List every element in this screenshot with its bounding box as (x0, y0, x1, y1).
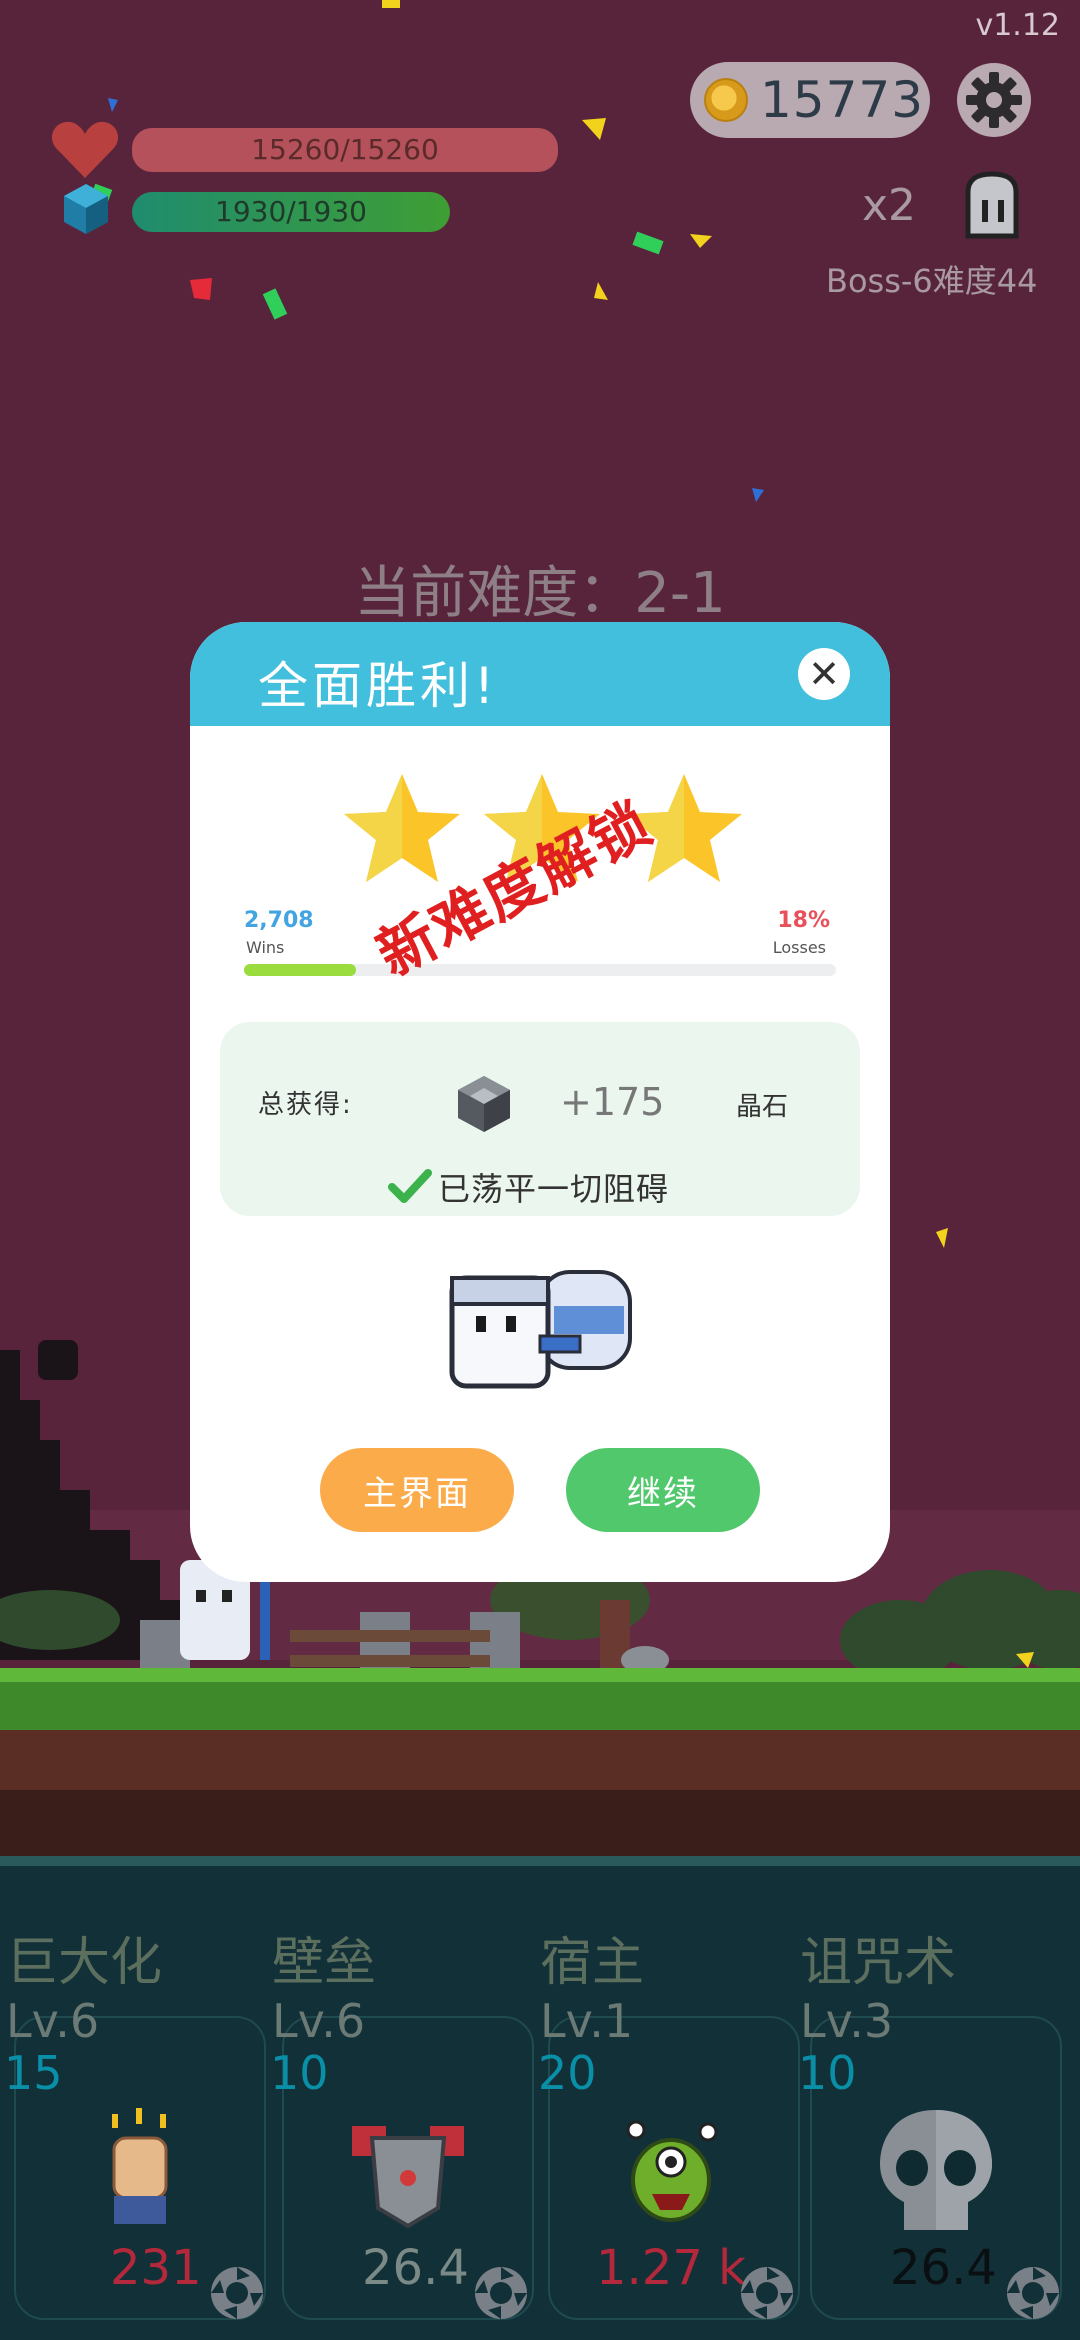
skill-name: 诅咒术 (800, 1933, 957, 1993)
clear-message-row: 已荡平一切阻碍 (388, 1164, 669, 1210)
monster-icon (626, 2120, 718, 2222)
gear-icon[interactable] (956, 62, 1032, 138)
speed-multiplier[interactable]: x2 (862, 180, 916, 231)
coin-amount: 15773 (760, 71, 925, 129)
skill-cost: 20 (538, 2046, 597, 2100)
skill-level: Lv.6 (6, 1994, 100, 2048)
cooldown-icon (211, 2267, 263, 2319)
confetti-low (1016, 1652, 1034, 1668)
armor-icon (352, 2126, 464, 2228)
skill-name: 壁垒 (272, 1933, 377, 1993)
skill-cost: 10 (798, 2046, 857, 2100)
skill-value: 26.4 (362, 2240, 469, 2296)
hp-bar: 15260/15260 (132, 128, 558, 172)
reward-item-name: 晶石 (736, 1092, 789, 1122)
close-icon: ✕ (808, 652, 840, 696)
cooldown-icon (741, 2267, 793, 2319)
skill-level: Lv.6 (272, 1994, 366, 2048)
skill-value: 231 (110, 2240, 202, 2296)
cooldown-icon (1007, 2267, 1059, 2319)
fist-icon (112, 2108, 168, 2224)
coin-counter: 15773 (690, 62, 930, 138)
win-progress-fill (244, 964, 356, 976)
crystal-icon (458, 1076, 510, 1132)
knight-sprite (449, 1270, 632, 1389)
skill-cost: 10 (270, 2046, 329, 2100)
boss-info: Boss-6难度44 (826, 262, 1038, 300)
mana-gem-icon (64, 184, 108, 234)
wins-value: 2,708 (244, 908, 314, 933)
skill-level: Lv.3 (800, 1994, 894, 2048)
home-button[interactable]: 主界面 (320, 1448, 514, 1532)
skull-icon (880, 2110, 992, 2230)
reward-label: 总获得: (258, 1090, 353, 1120)
coin-icon (704, 78, 748, 122)
win-progress-bar (244, 964, 836, 976)
continue-button[interactable]: 继续 (566, 1448, 760, 1532)
victory-dialog: 全面胜利! ✕ 2,708 Wins 18% Losses 总获得: +175 … (190, 622, 890, 1582)
cooldown-icon (475, 2267, 527, 2319)
heart-icon (51, 121, 119, 178)
skill-list: 巨大化 Lv.6 15 231 壁垒 Lv.6 10 26.4 宿主 Lv.1 … (0, 1856, 1080, 2340)
losses-value: 18% (777, 908, 830, 933)
wins-label: Wins (246, 938, 285, 957)
check-icon (388, 1169, 432, 1203)
ghost-boss-icon (965, 171, 1019, 239)
skill-level: Lv.1 (540, 1994, 634, 2048)
skill-name: 宿主 (540, 1933, 645, 1993)
skill-value: 26.4 (890, 2240, 997, 2296)
star-icon (344, 774, 460, 882)
version-label: v1.12 (975, 8, 1060, 43)
clear-message: 已荡平一切阻碍 (438, 1170, 670, 1208)
dialog-title: 全面胜利! (258, 657, 499, 715)
reward-amount: +175 (560, 1080, 665, 1124)
skill-cost: 15 (4, 2046, 63, 2100)
current-difficulty: 当前难度：2-1 (354, 561, 726, 626)
skill-name: 巨大化 (6, 1933, 163, 1993)
losses-label: Losses (772, 938, 826, 957)
mana-bar: 1930/1930 (132, 192, 450, 232)
close-button[interactable]: ✕ (798, 648, 850, 700)
skill-value: 1.27 k (596, 2240, 746, 2296)
reward-panel: 总获得: +175 晶石 已荡平一切阻碍 (220, 1022, 860, 1216)
